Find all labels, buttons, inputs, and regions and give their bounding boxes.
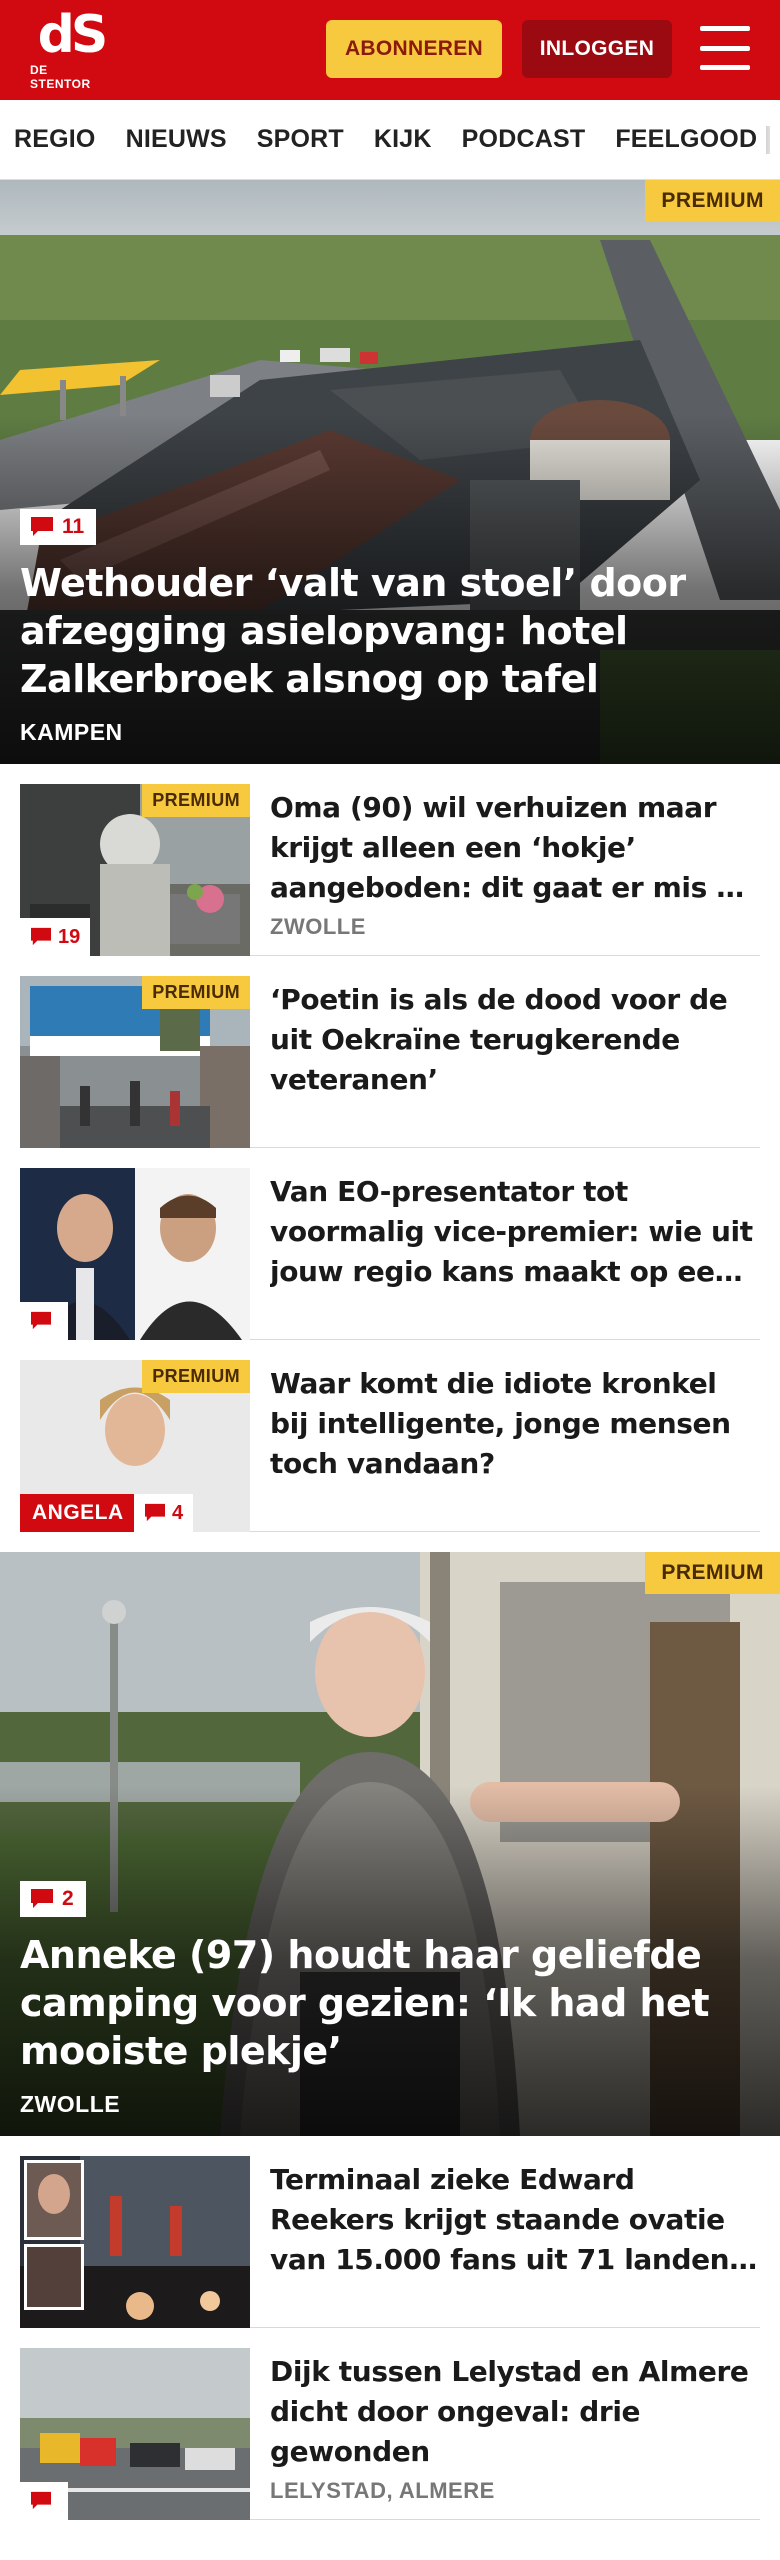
list-item-title[interactable]: Dijk tussen Lelystad en Almere dicht doo…: [270, 2352, 760, 2472]
comment-count-badge: 4: [134, 1494, 194, 1532]
columnist-tag[interactable]: ANGELA: [20, 1494, 136, 1532]
thumbnail-street-billboard: PREMIUM: [20, 976, 250, 1148]
thumbnail-two-men: [20, 1168, 250, 1340]
comment-count: 11: [62, 515, 85, 538]
premium-badge: PREMIUM: [142, 976, 250, 1009]
comment-count: 4: [172, 1501, 184, 1524]
top-bar: dS DE STENTOR ABONNEREN INLOGGEN: [0, 0, 780, 100]
hero-headline[interactable]: Anneke (97) houdt haar geliefde camping …: [20, 1931, 760, 2075]
nav-item-podcast[interactable]: PODCAST: [462, 125, 586, 154]
comment-icon: [31, 517, 53, 536]
list-item-location: ZWOLLE: [270, 914, 366, 939]
premium-badge: PREMIUM: [142, 1360, 250, 1393]
logo-subtitle: DE STENTOR: [30, 63, 91, 91]
hero-location: KAMPEN: [20, 719, 123, 745]
nav-item-regio[interactable]: REGIO: [14, 125, 96, 154]
comment-count: 19: [58, 925, 81, 948]
list-item-text: Waar komt die idiote kronkel bij intelli…: [250, 1360, 760, 1531]
premium-badge: PREMIUM: [645, 180, 780, 222]
section-nav: REGIO NIEUWS SPORT KIJK PODCAST FEELGOOD: [0, 100, 780, 180]
nav-item-feelgood[interactable]: FEELGOOD: [615, 125, 757, 154]
list-item-title[interactable]: Terminaal zieke Edward Reekers krijgt st…: [270, 2160, 760, 2280]
comment-icon: [31, 927, 51, 946]
list-item-text: Oma (90) wil verhuizen maar krijgt allee…: [250, 784, 760, 955]
comment-icon: [31, 1311, 51, 1330]
list-item[interactable]: PREMIUM ‘Poetin is als de dood voor de u…: [20, 956, 760, 1148]
article-list-2: Terminaal zieke Edward Reekers krijgt st…: [0, 2136, 780, 2520]
list-item-text: Dijk tussen Lelystad en Almere dicht doo…: [250, 2348, 760, 2519]
nav-item-sport[interactable]: SPORT: [257, 125, 344, 154]
list-item[interactable]: PREMIUM 19 Oma (90) wil verhuizen maar k…: [20, 764, 760, 956]
nav-fade: [758, 100, 780, 179]
thumbnail-elderly-woman: PREMIUM 19: [20, 784, 250, 956]
hero-content: 11 Wethouder ‘valt van stoel’ door afzeg…: [20, 509, 760, 746]
premium-badge: PREMIUM: [142, 784, 250, 817]
comment-icon-badge: [20, 2482, 68, 2520]
list-item[interactable]: Van EO-presentator tot voormalig vice-pr…: [20, 1148, 760, 1340]
list-item-text: Van EO-presentator tot voormalig vice-pr…: [250, 1168, 760, 1339]
nav-item-kijk[interactable]: KIJK: [374, 125, 432, 154]
list-item-title[interactable]: Van EO-presentator tot voormalig vice-pr…: [270, 1172, 760, 1292]
list-item-title[interactable]: Oma (90) wil verhuizen maar krijgt allee…: [270, 788, 760, 908]
list-item[interactable]: Terminaal zieke Edward Reekers krijgt st…: [20, 2136, 760, 2328]
nav-item-nieuws[interactable]: NIEUWS: [126, 125, 227, 154]
logo-mark: dS: [37, 5, 109, 65]
comment-count-badge: 19: [20, 918, 91, 956]
comment-icon-badge: [20, 1302, 68, 1340]
comment-icon: [145, 1503, 165, 1522]
subscribe-button[interactable]: ABONNEREN: [326, 20, 502, 78]
list-item-location: LELYSTAD, ALMERE: [270, 2478, 495, 2503]
hero-article-1[interactable]: PREMIUM 11 Wethouder ‘valt van stoel’ do…: [0, 180, 780, 764]
list-item-title[interactable]: Waar komt die idiote kronkel bij intelli…: [270, 1364, 760, 1484]
comment-count-badge: 11: [20, 509, 97, 545]
article-list-1: PREMIUM 19 Oma (90) wil verhuizen maar k…: [0, 764, 780, 1532]
list-item[interactable]: PREMIUM ANGELA 4 Waar komt die idiote kr…: [20, 1340, 760, 1532]
list-item-title[interactable]: ‘Poetin is als de dood voor de uit Oekra…: [270, 980, 760, 1100]
thumbnail-concert: [20, 2156, 250, 2328]
list-item-text: ‘Poetin is als de dood voor de uit Oekra…: [250, 976, 760, 1147]
comment-icon: [31, 2491, 51, 2510]
hero-headline[interactable]: Wethouder ‘valt van stoel’ door afzeggin…: [20, 559, 760, 703]
site-logo[interactable]: dS DE STENTOR: [30, 9, 112, 91]
list-item-text: Terminaal zieke Edward Reekers krijgt st…: [250, 2156, 760, 2327]
comment-count: 2: [62, 1887, 74, 1910]
hero-location: ZWOLLE: [20, 2091, 121, 2117]
thumbnail-accident: [20, 2348, 250, 2520]
comment-count-badge: 2: [20, 1881, 86, 1917]
hero-article-2[interactable]: PREMIUM 2 Anneke (97) houdt haar geliefd…: [0, 1552, 780, 2136]
login-button[interactable]: INLOGGEN: [522, 20, 672, 78]
list-item[interactable]: Dijk tussen Lelystad en Almere dicht doo…: [20, 2328, 760, 2520]
thumbnail-columnist: PREMIUM ANGELA 4: [20, 1360, 250, 1532]
hamburger-menu-icon[interactable]: [700, 26, 750, 70]
comment-icon: [31, 1889, 53, 1908]
hero-content: 2 Anneke (97) houdt haar geliefde campin…: [20, 1881, 760, 2118]
premium-badge: PREMIUM: [645, 1552, 780, 1594]
